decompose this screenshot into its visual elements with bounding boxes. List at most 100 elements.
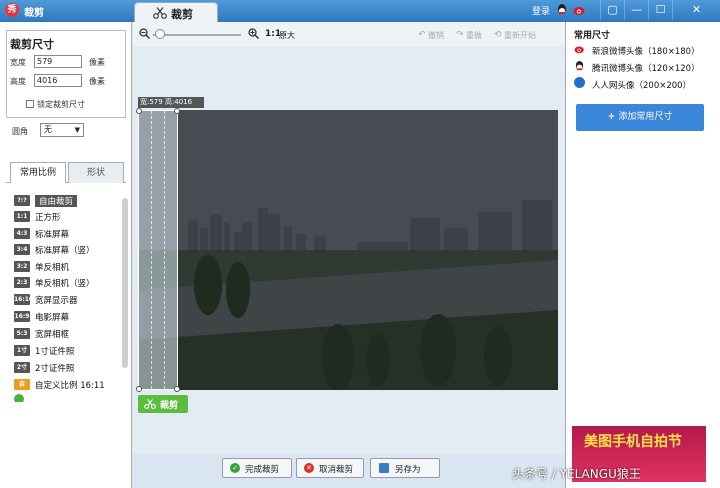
ratio-list-scrollbar[interactable] [122,198,128,368]
login-link[interactable]: 登录 [532,4,550,17]
restart-icon: ⟲ [494,30,502,40]
qq-icon[interactable] [556,3,568,16]
app-logo-icon: 秀 [5,3,19,17]
ratio-item-3-2[interactable]: 3:2 单反相机 [14,260,118,274]
height-input[interactable]: 4016 [34,74,82,87]
save-icon [379,463,389,473]
lock-size-label: 锁定裁剪尺寸 [37,100,85,109]
corner-select[interactable]: 无 ▼ [40,123,84,137]
corner-label: 圆角 [12,127,28,136]
ratio-badge: 2:3 [14,277,30,288]
preset-renren[interactable]: 人人网头像（200×200） [592,79,691,91]
crop-handle[interactable] [136,386,142,392]
weibo-icon[interactable] [573,4,587,16]
width-unit: 像素 [89,58,105,67]
id-photo-icon: 2寸 [14,362,30,373]
crop-handle[interactable] [174,108,180,114]
restart-button[interactable]: 重新开始 [504,30,536,41]
ratio-item-3-4[interactable]: 3:4 标准屏幕（竖） [14,243,118,257]
crop-handle[interactable] [136,108,142,114]
corner-select-value: 无 [44,125,52,134]
height-unit: 像素 [89,77,105,86]
zoom-slider-handle[interactable] [155,29,165,39]
ratio-item-custom[interactable]: 自自定义比例 16:11 [14,378,118,392]
custom-ratio-icon: 自 [14,379,30,390]
ratio-item-5-3[interactable]: 5:3 宽屏相框 [14,327,118,341]
cancel-crop-label: 取消裁剪 [319,465,354,475]
crop-apply-button[interactable]: 裁剪 [138,395,188,413]
tab-crop[interactable]: 裁剪 [134,2,218,22]
crop-handle[interactable] [174,386,180,392]
done-crop-button[interactable]: ✓ 完成裁剪 [222,458,292,478]
maximize-button[interactable]: ☐ [648,0,672,20]
watermark: 头条号 / YELANGU狼王 [512,467,641,481]
ratio-label: 自定义比例 16:11 [35,381,105,391]
crop-apply-label: 裁剪 [160,401,179,411]
crop-guide-line [164,111,165,389]
ratio-tabs: 常用比例 形状 [6,162,126,183]
ratio-item-2-inch[interactable]: 2寸 2寸证件照 [14,361,118,375]
common-sizes-heading: 常用尺寸 [574,31,611,41]
ratio-item-4-3[interactable]: 4:3 标准屏幕 [14,227,118,241]
ratio-label: 宽屏显示器 [35,296,78,306]
ratio-item-16-9[interactable]: 16:9 电影屏幕 [14,310,118,324]
ratio-item-free[interactable]: ?:? 自由裁剪 [14,194,118,208]
right-panel [565,22,720,488]
plus-icon: + [607,112,619,122]
renren-icon [574,77,585,88]
ratio-badge: 3:2 [14,261,30,272]
undo-icon: ↶ [418,30,426,40]
check-icon: ✓ [230,463,240,473]
crop-size-heading: 裁剪尺寸 [10,38,54,51]
cancel-crop-button[interactable]: ✕ 取消裁剪 [296,458,364,478]
crop-guide-line [151,111,152,389]
minimize-button[interactable]: — [624,0,648,20]
zoom-out-icon[interactable] [139,28,151,42]
ratio-badge: 4:3 [14,228,30,239]
save-as-label: 另存为 [395,465,421,475]
ratio-label: 1寸证件照 [35,347,75,357]
ratio-label: 2寸证件照 [35,364,75,374]
save-as-button[interactable]: 另存为 [370,458,440,478]
preset-tencent-weibo[interactable]: 腾讯微博头像（120×120） [592,62,700,74]
weibo-icon [574,44,586,57]
cancel-icon: ✕ [304,463,314,473]
ratio-badge: 16:10 [14,294,34,305]
undo-button[interactable]: 撤销 [428,30,444,41]
redo-button[interactable]: 重做 [466,30,482,41]
city-skyline-image [138,110,558,390]
lock-size-checkbox[interactable] [26,100,34,108]
ratio-label: 正方形 [35,213,61,223]
ratio-badge: 16:9 [14,311,30,322]
add-ratio-icon[interactable] [14,394,24,402]
actual-size-button[interactable]: 原大 [279,30,295,41]
ratio-item-square[interactable]: 1:1 正方形 [14,210,118,224]
ratio-item-16-10[interactable]: 16:10 宽屏显示器 [14,293,118,307]
close-button[interactable]: ✕ [672,0,720,20]
add-common-size-button[interactable]: + 添加常用尺寸 [576,104,704,131]
add-common-size-label: 添加常用尺寸 [618,112,673,122]
ratio-label: 电影屏幕 [35,313,70,323]
ratio-label: 标准屏幕 [35,230,70,240]
ratio-item-1-inch[interactable]: 1寸 1寸证件照 [14,344,118,358]
tab-common-ratio[interactable]: 常用比例 [10,162,66,183]
zoom-in-icon[interactable] [248,28,260,42]
ad-banner-text: 美图手机自拍节 [584,434,682,450]
id-photo-icon: 1寸 [14,345,30,356]
crop-selection[interactable] [136,108,180,392]
ratio-label: 单反相机（竖） [35,279,95,289]
ratio-badge: 3:4 [14,244,30,255]
preset-weibo[interactable]: 新浪微博头像（180×180） [592,45,700,57]
width-input[interactable]: 579 [34,55,82,68]
ratio-label: 单反相机 [35,263,70,273]
ratio-badge: 5:3 [14,328,30,339]
ratio-badge: ?:? [14,195,30,206]
qq-icon [574,60,585,75]
tab-crop-label: 裁剪 [171,8,193,21]
photo-canvas[interactable] [138,110,558,390]
skin-button[interactable]: ▢ [600,0,624,20]
height-label: 高度 [10,77,26,86]
tab-shape[interactable]: 形状 [68,162,124,183]
ratio-item-2-3[interactable]: 2:3 单反相机（竖） [14,276,118,290]
zoom-slider-track[interactable] [153,34,241,36]
